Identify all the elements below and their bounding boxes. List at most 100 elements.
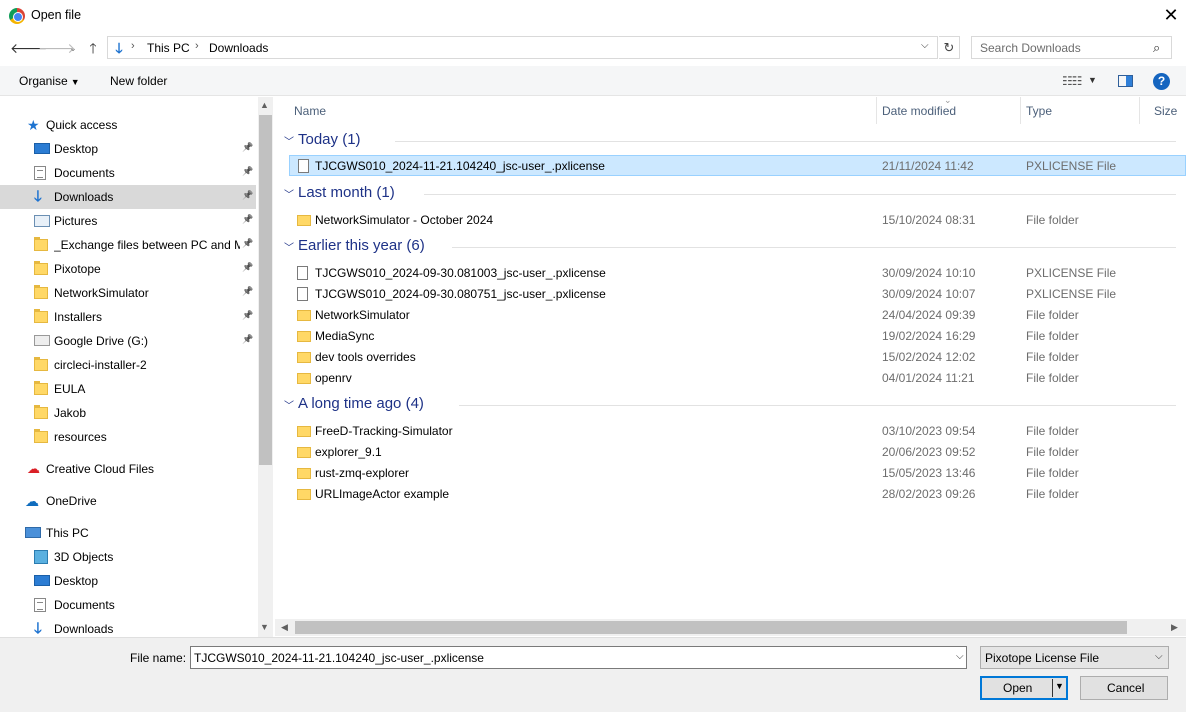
organise-button[interactable]: Organise ▼ [19, 74, 80, 88]
file-row[interactable]: FreeD-Tracking-Simulator 03/10/2023 09:54… [275, 420, 1186, 441]
file-name-input[interactable]: TJCGWS010_2024-11-21.104240_jsc-user_.px… [190, 646, 967, 669]
file-row[interactable]: dev tools overrides 15/02/2024 12:02 File … [275, 346, 1186, 367]
sidebar-item-resources[interactable]: resources [0, 425, 256, 449]
view-options-icon[interactable]: ☷☷ [1062, 74, 1082, 88]
file-row[interactable]: TJCGWS010_2024-09-30.081003_jsc-user_.px… [275, 262, 1186, 283]
file-row[interactable]: explorer_9.1 20/06/2023 09:52 File folder [275, 441, 1186, 462]
caret-down-icon[interactable]: ▼ [1055, 681, 1064, 691]
new-folder-button[interactable]: New folder [110, 74, 167, 88]
file-name: openrv [315, 371, 352, 385]
scroll-down-icon[interactable]: ▼ [260, 622, 269, 632]
close-icon[interactable]: ✕ [1160, 4, 1182, 26]
sidebar-item-label: resources [54, 430, 107, 444]
file-row[interactable]: NetworkSimulator - October 2024 15/10/202… [275, 209, 1186, 230]
file-name-label: File name: [130, 651, 187, 665]
sidebar-item-downloads[interactable]: 🡓 Downloads [0, 617, 256, 637]
file-row[interactable]: TJCGWS010_2024-09-30.080751_jsc-user_.px… [275, 283, 1186, 304]
group-header-label: Today (1) [298, 131, 361, 148]
group-header[interactable]: ﹀ Today (1) [275, 130, 1186, 152]
sidebar-item-quick-access[interactable]: ★ Quick access [0, 113, 256, 137]
sidebar-item-eula[interactable]: EULA [0, 377, 256, 401]
sidebar-item-google-drive-g[interactable]: Google Drive (G:) 📌 [0, 329, 256, 353]
file-row[interactable]: openrv 04/01/2024 11:21 File folder [275, 367, 1186, 388]
group-header[interactable]: ﹀ A long time ago (4) [275, 394, 1186, 416]
sidebar-item-this-pc[interactable]: This PC [0, 521, 256, 545]
sidebar-item-pictures[interactable]: Pictures 📌 [0, 209, 256, 233]
navigation-pane: ★ Quick access Desktop 📌 Documents 📌 🡓 Download… [0, 97, 258, 637]
file-name: MediaSync [315, 329, 375, 343]
back-arrow-icon[interactable]: 🡐 [10, 38, 48, 58]
file-icon [298, 159, 309, 173]
sidebar-scrollbar[interactable]: ▲ ▼ [258, 97, 273, 637]
group-header-label: Last month (1) [298, 184, 395, 201]
file-row[interactable]: rust-zmq-explorer 15/05/2023 13:46 File fo… [275, 462, 1186, 483]
chevron-down-icon[interactable]: ⌵ [956, 651, 964, 662]
scrollbar-thumb[interactable] [259, 115, 272, 465]
pin-icon: 📌 [242, 190, 254, 200]
sidebar-item-pixotope[interactable]: Pixotope 📌 [0, 257, 256, 281]
file-type: File folder [1026, 213, 1079, 227]
desktop-icon [34, 575, 50, 586]
downloads-icon: 🡓 [34, 620, 42, 637]
chevron-right-icon[interactable]: › [195, 40, 199, 52]
preview-pane-icon[interactable] [1118, 75, 1133, 87]
sidebar-item-desktop[interactable]: Desktop 📌 [0, 137, 256, 161]
chevron-right-icon[interactable]: › [131, 40, 135, 52]
sidebar-item-creative-cloud-files[interactable]: ☁ Creative Cloud Files [0, 457, 256, 481]
scroll-right-icon[interactable]: ▶ [1171, 622, 1178, 633]
forward-arrow-icon[interactable]: 🡒 [38, 38, 76, 58]
chevron-down-icon[interactable]: ⌵ [1155, 651, 1163, 662]
pin-icon: 📌 [242, 310, 254, 320]
chevron-down-icon[interactable]: ﹀ [284, 397, 294, 412]
folder-icon [34, 381, 48, 395]
file-row[interactable]: TJCGWS010_2024-11-21.104240_jsc-user_.px… [289, 155, 1186, 176]
column-header-type[interactable]: Type [1021, 97, 1139, 124]
file-row[interactable]: MediaSync 19/02/2024 16:29 File folder [275, 325, 1186, 346]
open-button[interactable]: Open ▼ [980, 676, 1068, 700]
horizontal-scrollbar[interactable]: ◀ ▶ [275, 619, 1186, 636]
file-row[interactable]: NetworkSimulator 24/04/2024 09:39 File fol… [275, 304, 1186, 325]
sidebar-item-3d-objects[interactable]: 3D Objects [0, 545, 256, 569]
column-header-size[interactable]: Size [1140, 97, 1186, 124]
sidebar-item-onedrive[interactable]: ☁ OneDrive [0, 489, 256, 513]
file-name: FreeD-Tracking-Simulator [315, 424, 453, 438]
file-type-select[interactable]: Pixotope License File [980, 646, 1169, 669]
group-header[interactable]: ﹀ Earlier this year (6) [275, 236, 1186, 258]
search-input[interactable]: Search Downloads ⌕ [971, 36, 1172, 59]
scroll-left-icon[interactable]: ◀ [281, 622, 288, 633]
pin-icon: 📌 [242, 238, 254, 248]
group-header[interactable]: ﹀ Last month (1) [275, 183, 1186, 205]
sidebar-item-jakob[interactable]: Jakob [0, 401, 256, 425]
address-bar[interactable]: 🡓 › This PC › Downloads ⌵ [107, 36, 938, 59]
sidebar-item-networksimulator[interactable]: NetworkSimulator 📌 [0, 281, 256, 305]
file-row[interactable]: URLImageActor example 28/02/2023 09:26 Fil… [275, 483, 1186, 504]
chevron-down-icon[interactable]: ⌵ [921, 40, 929, 51]
cancel-button[interactable]: Cancel [1080, 676, 1168, 700]
chevron-down-icon[interactable]: ﹀ [284, 239, 294, 254]
sidebar-item-exchange-files-between-pc-and-ma[interactable]: _Exchange files between PC and MA 📌 [0, 233, 256, 257]
column-header-date[interactable]: Date modified [877, 97, 1020, 124]
sidebar-item-documents[interactable]: Documents 📌 [0, 161, 256, 185]
sidebar-item-circleci-installer-2[interactable]: circleci-installer-2 [0, 353, 256, 377]
up-arrow-icon[interactable]: 🡑 [83, 38, 103, 58]
sidebar-item-downloads[interactable]: 🡓 Downloads 📌 [0, 185, 256, 209]
refresh-icon[interactable]: ↻ [939, 36, 960, 59]
sidebar-item-documents[interactable]: Documents [0, 593, 256, 617]
dialog-footer: File name: TJCGWS010_2024-11-21.104240_j… [0, 637, 1186, 712]
chevron-down-icon[interactable]: ﹀ [284, 133, 294, 148]
file-icon [297, 266, 308, 280]
column-header-name[interactable]: Name [275, 97, 875, 124]
scroll-up-icon[interactable]: ▲ [260, 100, 269, 110]
pin-icon: 📌 [242, 262, 254, 272]
caret-down-icon[interactable]: ▼ [1088, 75, 1097, 85]
breadcrumb-this-pc[interactable]: This PC [147, 41, 190, 55]
recent-locations-chevron-icon[interactable]: ⌄ [63, 38, 83, 58]
sidebar-item-label: Desktop [54, 142, 99, 156]
help-icon[interactable]: ? [1153, 73, 1170, 90]
sidebar-item-installers[interactable]: Installers 📌 [0, 305, 256, 329]
scrollbar-thumb[interactable] [295, 621, 1127, 634]
chevron-down-icon[interactable]: ﹀ [284, 186, 294, 201]
sidebar-item-desktop[interactable]: Desktop [0, 569, 256, 593]
breadcrumb-downloads[interactable]: Downloads [209, 41, 268, 55]
folder-icon [297, 373, 311, 384]
